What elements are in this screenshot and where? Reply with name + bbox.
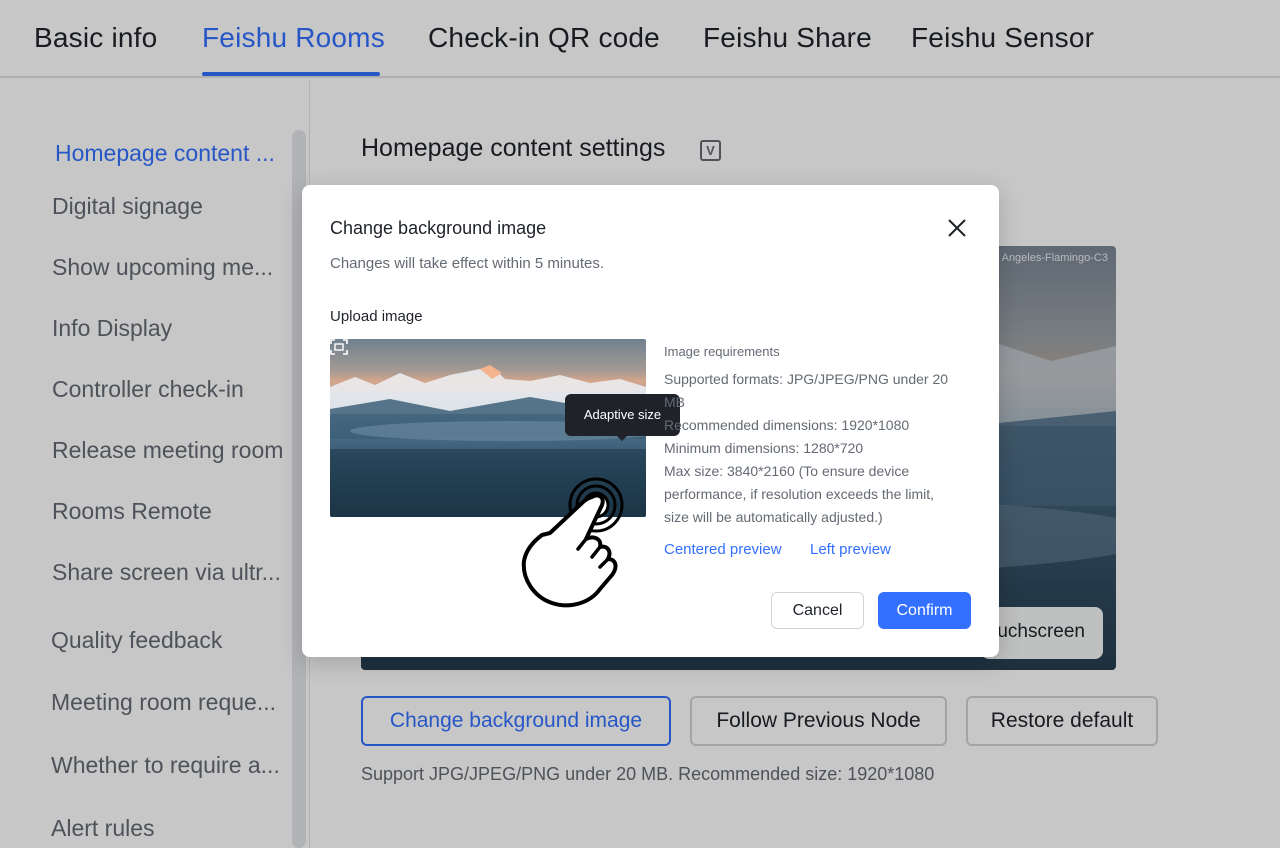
cancel-button[interactable]: Cancel — [771, 592, 864, 629]
requirement-line: MB — [664, 394, 685, 410]
centered-preview-link[interactable]: Centered preview — [664, 541, 782, 558]
dialog-title: Change background image — [330, 218, 547, 238]
requirement-line: Recommended dimensions: 1920*1080 — [664, 417, 910, 433]
confirm-button[interactable]: Confirm — [878, 592, 971, 629]
requirement-line: Max size: 3840*2160 (To ensure device — [664, 463, 910, 479]
dialog-subtitle: Changes will take effect within 5 minute… — [330, 255, 605, 272]
adaptive-size-icon[interactable] — [330, 339, 348, 355]
tooltip-arrow — [616, 435, 628, 441]
close-icon[interactable] — [944, 215, 970, 241]
left-preview-link[interactable]: Left preview — [810, 541, 891, 558]
hand-pointer-icon — [521, 477, 624, 608]
adaptive-size-tooltip: Adaptive size — [565, 394, 680, 436]
requirements-title: Image requirements — [664, 344, 780, 359]
requirement-line: size will be automatically adjusted.) — [664, 509, 883, 525]
change-background-dialog: Change background image Changes will tak… — [302, 185, 999, 657]
requirement-line: performance, if resolution exceeds the l… — [664, 486, 935, 502]
requirement-line: Supported formats: JPG/JPEG/PNG under 20 — [664, 371, 949, 387]
upload-image-label: Upload image — [330, 308, 423, 325]
requirement-line: Minimum dimensions: 1280*720 — [664, 440, 864, 456]
